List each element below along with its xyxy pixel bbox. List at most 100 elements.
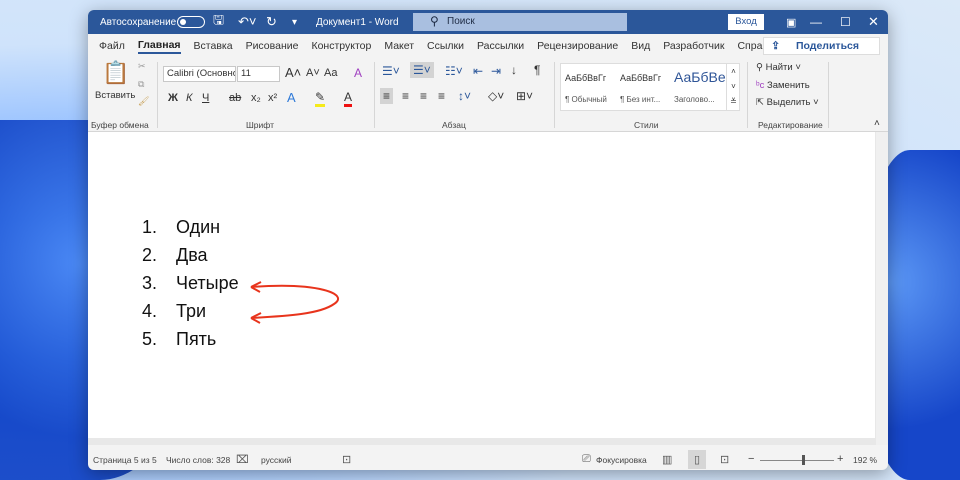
style-heading-label[interactable]: Заголово...: [674, 95, 715, 104]
style-heading-preview[interactable]: АаБбВе: [674, 69, 726, 85]
divider: [554, 62, 555, 128]
sort-icon[interactable]: ↓: [511, 63, 517, 77]
clear-formatting-icon[interactable]: A: [354, 66, 362, 80]
focus-icon[interactable]: ⎚: [582, 453, 591, 466]
text-effects-icon[interactable]: A: [287, 90, 296, 105]
shrink-font-icon[interactable]: A˅: [306, 67, 320, 79]
login-button[interactable]: Вход: [728, 14, 764, 30]
divider: [828, 62, 829, 128]
font-color-icon[interactable]: A: [344, 90, 353, 107]
read-mode-icon[interactable]: ▥: [662, 453, 672, 466]
zoom-slider-thumb[interactable]: [802, 455, 805, 465]
grow-font-icon[interactable]: A˄: [285, 65, 301, 80]
replace-button[interactable]: ᵇc Заменить: [756, 80, 810, 91]
increase-indent-icon[interactable]: ⇥: [491, 64, 501, 78]
bullets-icon[interactable]: ☰˅: [382, 64, 400, 78]
change-case-button[interactable]: Aa: [324, 67, 337, 79]
tab-home[interactable]: Главная: [137, 39, 181, 54]
tab-layout[interactable]: Макет: [384, 40, 414, 52]
share-button[interactable]: ⇪ Поделиться: [763, 37, 880, 55]
ribbon-tabs: Файл Главная Вставка Рисование Конструкт…: [88, 34, 888, 58]
zoom-slider[interactable]: [760, 460, 834, 461]
arrow-curve: [250, 284, 340, 319]
multilevel-list-icon[interactable]: ☷˅: [445, 64, 463, 78]
format-painter-icon[interactable]: 🖌: [138, 96, 149, 107]
zoom-in-button[interactable]: +: [837, 453, 843, 465]
minimize-button[interactable]: —: [810, 15, 822, 29]
tab-review[interactable]: Рецензирование: [537, 40, 618, 52]
document-page[interactable]: 1. Один 2. Два 3. Четыре 4. Три 5. Пять: [88, 132, 875, 438]
search-input[interactable]: Поиск: [413, 13, 627, 31]
highlight-icon[interactable]: ✎: [315, 90, 326, 107]
find-button[interactable]: ⚲ Найти ˅: [756, 62, 801, 73]
borders-icon[interactable]: ⊞˅: [516, 89, 533, 103]
close-button[interactable]: ✕: [868, 14, 879, 30]
paste-icon[interactable]: 📋: [102, 60, 129, 86]
bold-button[interactable]: Ж: [168, 92, 178, 104]
paste-button[interactable]: Вставить: [95, 90, 135, 101]
tab-mailings[interactable]: Рассылки: [477, 40, 524, 52]
autosave-toggle[interactable]: [177, 16, 205, 28]
align-center-icon[interactable]: ≡: [402, 89, 409, 103]
undo-icon[interactable]: ↶˅: [238, 14, 256, 30]
tab-design[interactable]: Конструктор: [311, 40, 371, 52]
select-button[interactable]: ⇱ Выделить ˅: [756, 97, 819, 108]
numbering-icon[interactable]: ☰˅: [410, 62, 434, 78]
line-spacing-icon[interactable]: ↕˅: [458, 89, 471, 103]
maximize-button[interactable]: ☐: [840, 15, 851, 29]
decrease-indent-icon[interactable]: ⇤: [473, 64, 483, 78]
tab-insert[interactable]: Вставка: [194, 40, 233, 52]
style-normal-preview[interactable]: АаБбВвГг: [565, 73, 606, 83]
zoom-out-button[interactable]: −: [748, 453, 754, 465]
redo-icon[interactable]: ↻: [266, 14, 277, 30]
styles-scroll[interactable]: ˄ ˅ ≚: [726, 64, 740, 110]
status-bar: Страница 5 из 5 Число слов: 328 ⌧ русски…: [88, 450, 888, 470]
style-nospacing-preview[interactable]: АаБбВвГг: [620, 73, 661, 83]
tab-view[interactable]: Вид: [631, 40, 650, 52]
ribbon-display-icon[interactable]: ▣: [786, 16, 796, 29]
divider: [374, 62, 375, 128]
page-count[interactable]: Страница 5 из 5: [93, 455, 157, 465]
superscript-icon[interactable]: x²: [268, 92, 277, 104]
vertical-scrollbar[interactable]: [876, 132, 888, 445]
zoom-level[interactable]: 192 %: [853, 455, 877, 465]
collapse-ribbon-icon[interactable]: ˄: [874, 118, 880, 129]
align-left-icon[interactable]: ≡: [380, 88, 394, 104]
editing-group-label: Редактирование: [758, 120, 823, 130]
style-nospacing-label[interactable]: ¶ Без инт...: [620, 95, 660, 104]
customize-qat-icon[interactable]: ▾: [292, 17, 297, 28]
language[interactable]: русский: [261, 455, 292, 465]
cut-icon[interactable]: ✂: [138, 61, 146, 72]
tab-references[interactable]: Ссылки: [427, 40, 464, 52]
word-window: Автосохранение 🖫 ↶˅ ↻ ▾ Документ1 - Word…: [88, 10, 888, 470]
italic-button[interactable]: К: [186, 92, 192, 104]
justify-icon[interactable]: ≡: [438, 89, 445, 103]
shading-icon[interactable]: ◇˅: [488, 89, 504, 103]
web-layout-icon[interactable]: ⊡: [720, 453, 729, 466]
tab-draw[interactable]: Рисование: [246, 40, 299, 52]
search-icon: ⚲: [430, 14, 439, 28]
tab-file[interactable]: Файл: [99, 40, 125, 52]
show-marks-icon[interactable]: ¶: [534, 63, 540, 77]
font-name-select[interactable]: Calibri (Основной): [163, 66, 236, 82]
title-bar: Автосохранение 🖫 ↶˅ ↻ ▾ Документ1 - Word…: [88, 10, 888, 34]
styles-gallery: АаБбВвГг ¶ Обычный АаБбВвГг ¶ Без инт...…: [560, 63, 740, 111]
accessibility-icon[interactable]: ⊡: [342, 453, 351, 466]
strikethrough-icon[interactable]: ab: [229, 92, 241, 104]
align-right-icon[interactable]: ≡: [420, 89, 427, 103]
underline-button[interactable]: Ч: [202, 92, 209, 104]
subscript-icon[interactable]: x₂: [251, 92, 261, 104]
print-layout-icon[interactable]: ▯: [688, 450, 707, 469]
focus-button[interactable]: Фокусировка: [596, 455, 647, 465]
proofing-icon[interactable]: ⌧: [236, 453, 249, 466]
word-count[interactable]: Число слов: 328: [166, 455, 230, 465]
save-icon[interactable]: 🖫: [213, 11, 224, 33]
style-normal-label[interactable]: ¶ Обычный: [565, 95, 607, 104]
font-size-select[interactable]: 11: [237, 66, 280, 82]
divider: [747, 62, 748, 128]
copy-icon[interactable]: ⧉: [138, 79, 144, 90]
paragraph-group-label: Абзац: [442, 120, 466, 130]
tab-developer[interactable]: Разработчик: [663, 40, 724, 52]
divider: [157, 62, 158, 128]
document-title: Документ1 - Word: [316, 16, 399, 28]
